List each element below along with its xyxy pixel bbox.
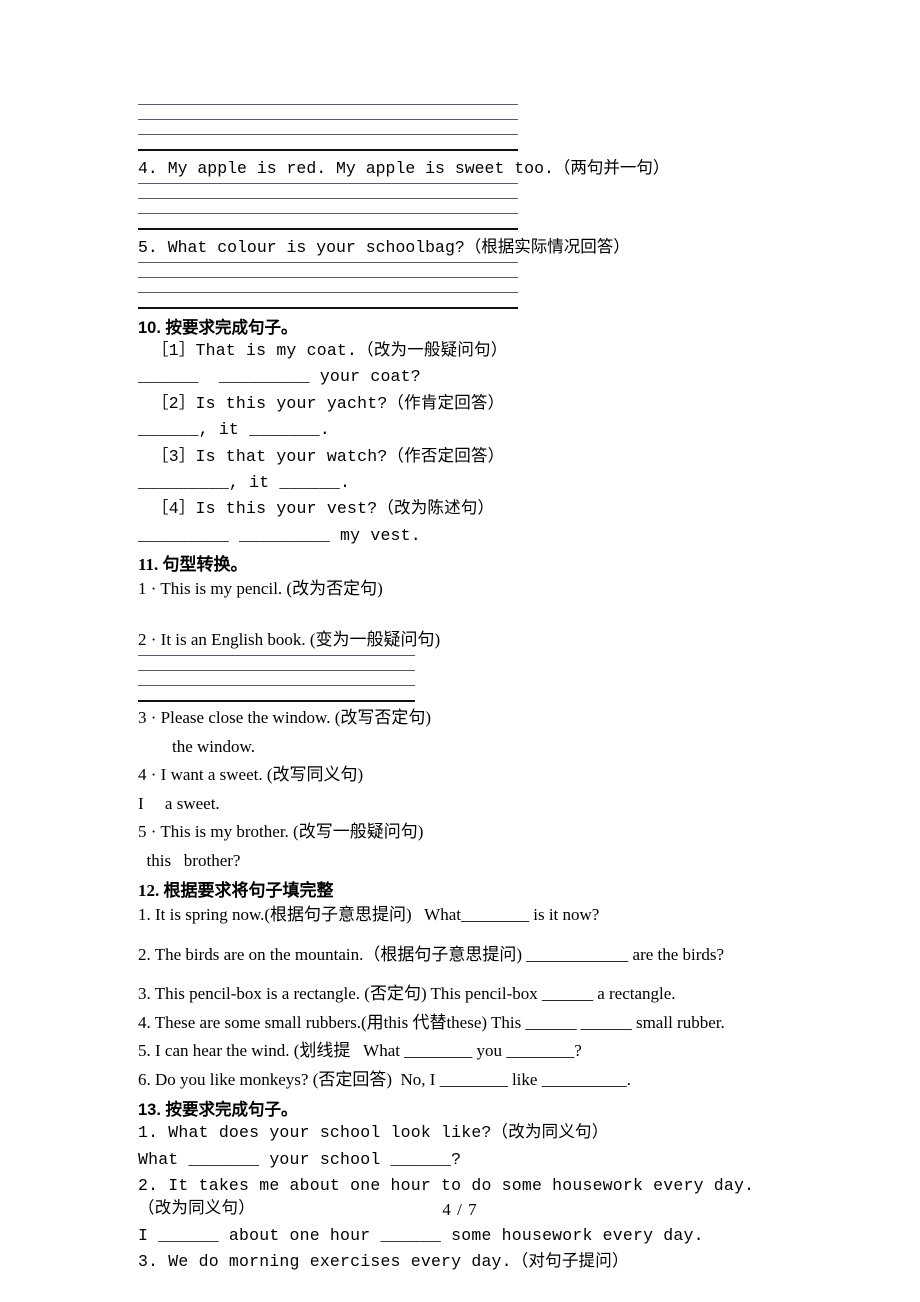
answer-line[interactable] (138, 700, 415, 703)
answer-lines-q5 (138, 261, 518, 309)
section-10-heading: 10. 按要求完成句子。 (138, 318, 298, 337)
section-13-item-1-answer[interactable]: What _______ your school ______? (138, 1148, 838, 1171)
answer-line[interactable] (138, 261, 518, 263)
answer-line[interactable] (138, 306, 518, 309)
section-11-item-5-prompt: 5 · This is my brother. (改写一般疑问句) (138, 822, 424, 842)
section-11-item-3-prompt: 3 · Please close the window. (改写否定句) (138, 708, 432, 728)
section-11-item-4-prompt: 4 · I want a sweet. (改写同义句) (138, 765, 364, 785)
page-content: 4. My apple is red. My apple is sweet to… (138, 104, 838, 1277)
page-number: 4 / 7 (442, 1200, 478, 1219)
section-10-item-2-prompt: ［2］Is this your yacht?（作肯定回答） (152, 393, 505, 413)
section-11-item-3-answer[interactable]: the window. (138, 734, 838, 760)
answer-line[interactable] (138, 149, 518, 151)
section-11-item-5-answer[interactable]: this brother? (138, 848, 838, 874)
section-12-item-6[interactable]: 6. Do you like monkeys? (否定回答) No, I ___… (138, 1067, 838, 1093)
section-12-heading: 12. 根据要求将句子填完整 (138, 881, 334, 901)
answer-line[interactable] (138, 134, 518, 135)
answer-line[interactable] (138, 197, 518, 199)
section-13-item-3-prompt: 3. We do morning exercises every day.（对句… (138, 1252, 629, 1272)
section-13-heading: 13. 按要求完成句子。 (138, 1101, 298, 1120)
section-10-item-1-answer[interactable]: ______ _________ your coat? (138, 365, 838, 388)
answer-line[interactable] (138, 655, 415, 657)
section-11-item-1-answer-space[interactable] (138, 605, 838, 627)
answer-line[interactable] (138, 104, 518, 105)
section-12-item-1[interactable]: 1. It is spring now.(根据句子意思提问) What_____… (138, 902, 838, 928)
answer-line[interactable] (138, 685, 415, 687)
section-12-item-4[interactable]: 4. These are some small rubbers.(用this 代… (138, 1010, 838, 1036)
section-11-item-4-answer[interactable]: I a sweet. (138, 791, 838, 817)
section-11-item-2-prompt: 2 · It is an English book. (变为一般疑问句) (138, 629, 441, 649)
answer-line[interactable] (138, 276, 518, 278)
answer-line[interactable] (138, 227, 518, 230)
section-10-item-3-prompt: ［3］Is that your watch?（作否定回答） (152, 446, 505, 466)
section-11-heading: 11. 句型转换。 (138, 555, 248, 575)
answer-line[interactable] (138, 212, 518, 214)
section-11-item-1-prompt: 1 · This is my pencil. (改为否定句) (138, 579, 383, 599)
section-10-item-4-prompt: ［4］Is this your vest?（改为陈述句） (152, 499, 495, 519)
answer-line[interactable] (138, 670, 415, 672)
section-12-item-3[interactable]: 3. This pencil-box is a rectangle. (否定句)… (138, 981, 838, 1007)
worksheet-page: 4. My apple is red. My apple is sweet to… (0, 0, 920, 1302)
question-5-prompt: 5. What colour is your schoolbag?（根据实际情况… (138, 237, 630, 257)
answer-lines-top (138, 104, 518, 151)
section-12-item-2[interactable]: 2. The birds are on the mountain.（根据句子意思… (138, 942, 838, 968)
question-4-prompt: 4. My apple is red. My apple is sweet to… (138, 159, 670, 178)
section-10-item-1-prompt: ［1］That is my coat.（改为一般疑问句） (152, 340, 508, 360)
answer-line[interactable] (138, 182, 518, 184)
section-10-item-3-answer[interactable]: _________, it ______. (138, 471, 838, 494)
section-12-item-5[interactable]: 5. I can hear the wind. (划线提 What ______… (138, 1038, 838, 1064)
section-10-item-2-answer[interactable]: ______, it _______. (138, 418, 838, 441)
answer-line[interactable] (138, 119, 518, 120)
section-10-item-4-answer[interactable]: _________ _________ my vest. (138, 524, 838, 547)
section-13-item-2-answer[interactable]: I ______ about one hour ______ some hous… (138, 1224, 838, 1247)
section-13-item-1-prompt: 1. What does your school look like?（改为同义… (138, 1123, 609, 1143)
answer-lines-q4 (138, 182, 518, 230)
answer-lines-section-11-item-2 (138, 655, 415, 703)
answer-line[interactable] (138, 291, 518, 293)
